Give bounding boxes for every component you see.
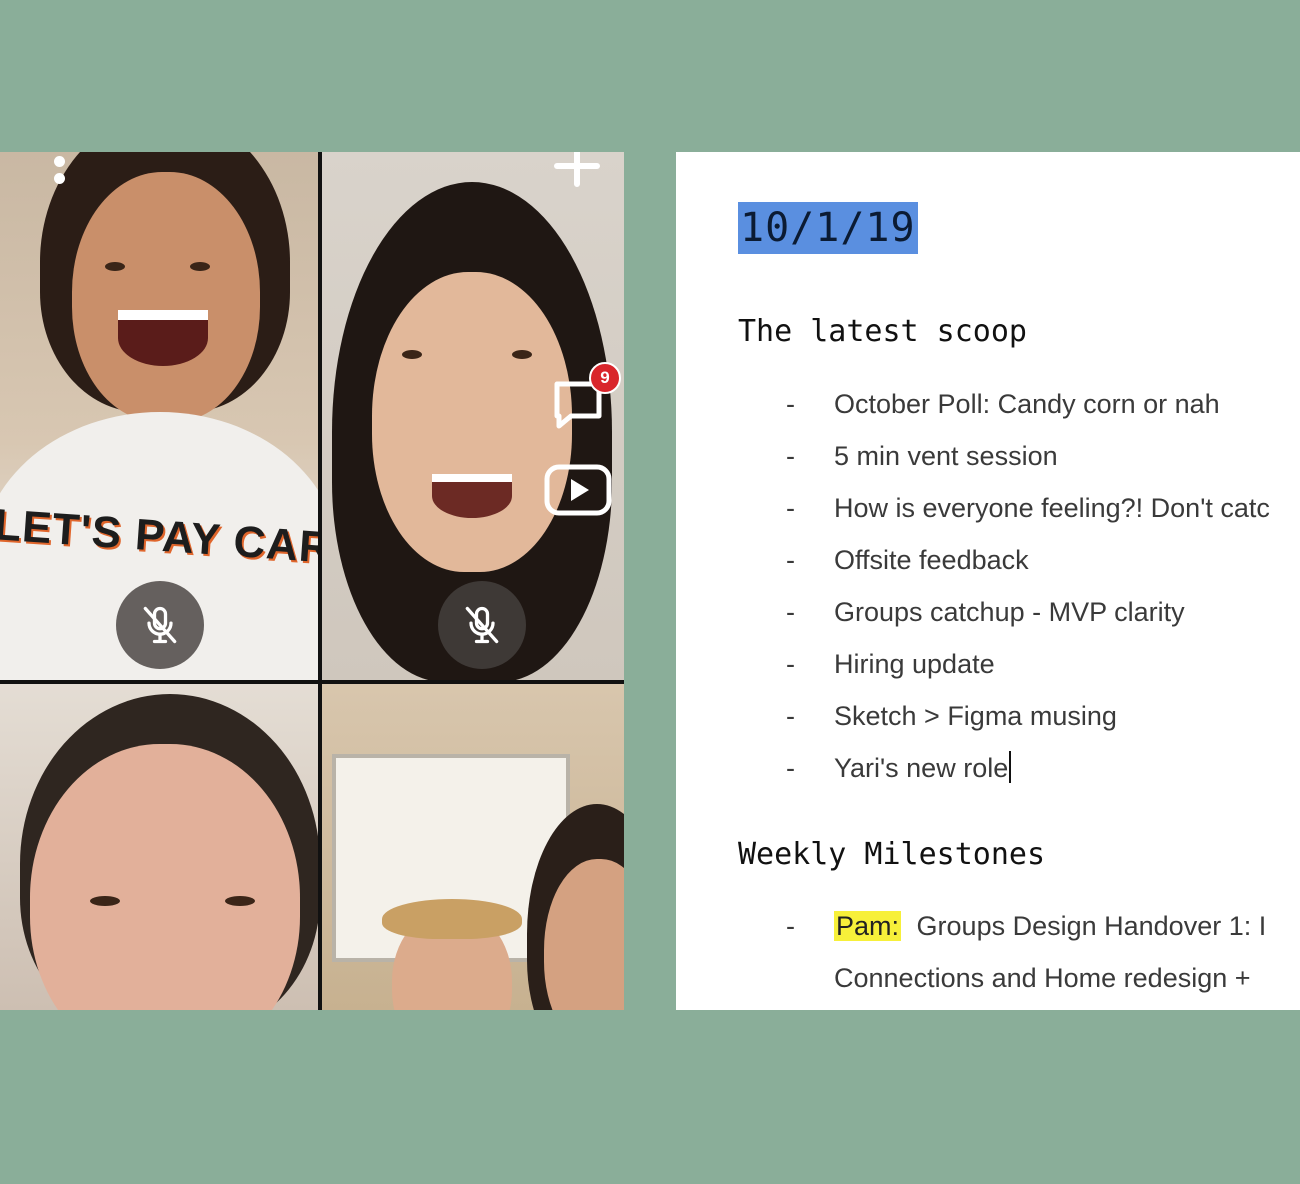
list-item[interactable]: - Yari's new role [786, 748, 1300, 788]
list-item[interactable]: - October Poll: Candy corn or nah [786, 384, 1300, 424]
list-item-text: How is everyone feeling?! Don't catc [834, 493, 1270, 523]
list-item[interactable]: - Groups catchup - MVP clarity [786, 592, 1300, 632]
milestone-continuation-text: Connections and Home redesign + [834, 963, 1251, 993]
participant-2-eye-right [512, 350, 532, 359]
selected-date-text[interactable]: 10/1/19 [738, 202, 918, 254]
video-call-grid: LET'S PAY CAR 9 [0, 152, 624, 1010]
unread-count-badge: 9 [589, 362, 621, 394]
participant-tile-1[interactable]: LET'S PAY CAR [0, 152, 318, 680]
participant-tile-4[interactable] [322, 684, 624, 1010]
list-item-text: Hiring update [834, 649, 995, 679]
more-options-icon[interactable] [50, 156, 68, 196]
participant-1-eye-left [105, 262, 125, 271]
list-item[interactable]: - How is everyone feeling?! Don't catc [786, 488, 1300, 528]
add-participant-icon[interactable] [549, 152, 605, 188]
list-item[interactable]: - Hiring update [786, 644, 1300, 684]
participant-3-eye-left [90, 896, 120, 906]
list-item-text: Offsite feedback [834, 545, 1029, 575]
list-item[interactable]: - Offsite feedback [786, 540, 1300, 580]
list-item[interactable]: - Pam: Groups Design Handover 1: I [786, 906, 1300, 946]
list-dash: - [786, 545, 795, 575]
participant-4a-hair [382, 899, 522, 939]
list-item-text: Sketch > Figma musing [834, 701, 1117, 731]
list-dash: - [786, 389, 795, 419]
list-dash: - [786, 493, 795, 523]
list-item-text-with-caret: Yari's new role [834, 748, 1012, 788]
section-heading-latest-scoop: The latest scoop [738, 314, 1027, 349]
participant-1-mute-indicator[interactable] [116, 581, 204, 669]
participant-3-eye-right [225, 896, 255, 906]
list-item-text: Groups catchup - MVP clarity [834, 597, 1185, 627]
list-item-text: Yari's new role [834, 753, 1009, 783]
participant-1-mouth [118, 310, 208, 366]
mic-off-icon [143, 606, 177, 644]
milestone-text: Groups Design Handover 1: I [916, 911, 1267, 941]
list-item-text: October Poll: Candy corn or nah [834, 389, 1220, 419]
text-cursor [1009, 751, 1012, 783]
list-item[interactable]: - Sketch > Figma musing [786, 696, 1300, 736]
list-dash: - [786, 701, 795, 731]
list-dash: - [786, 911, 795, 941]
assignee-name-highlight: Pam: [834, 911, 902, 941]
list-item-text: 5 min vent session [834, 441, 1058, 471]
participant-1-eye-right [190, 262, 210, 271]
section-heading-weekly-milestones: Weekly Milestones [738, 837, 1046, 872]
participant-1-face [72, 172, 260, 422]
participant-2-face [372, 272, 572, 572]
list-dash: - [786, 441, 795, 471]
list-dash: - [786, 597, 795, 627]
mic-off-icon [465, 606, 499, 644]
list-item[interactable]: - 5 min vent session [786, 436, 1300, 476]
participant-tile-3[interactable] [0, 684, 318, 1010]
participant-2-mute-indicator[interactable] [438, 581, 526, 669]
list-dash: - [786, 753, 795, 783]
meeting-notes-document[interactable]: 10/1/19 The latest scoop - October Poll:… [676, 152, 1300, 1010]
milestone-line: Pam: Groups Design Handover 1: I [834, 906, 1266, 946]
list-dash: - [786, 649, 795, 679]
play-video-icon[interactable] [544, 464, 612, 516]
participant-2-eye-left [402, 350, 422, 359]
participant-2-mouth [432, 474, 512, 518]
